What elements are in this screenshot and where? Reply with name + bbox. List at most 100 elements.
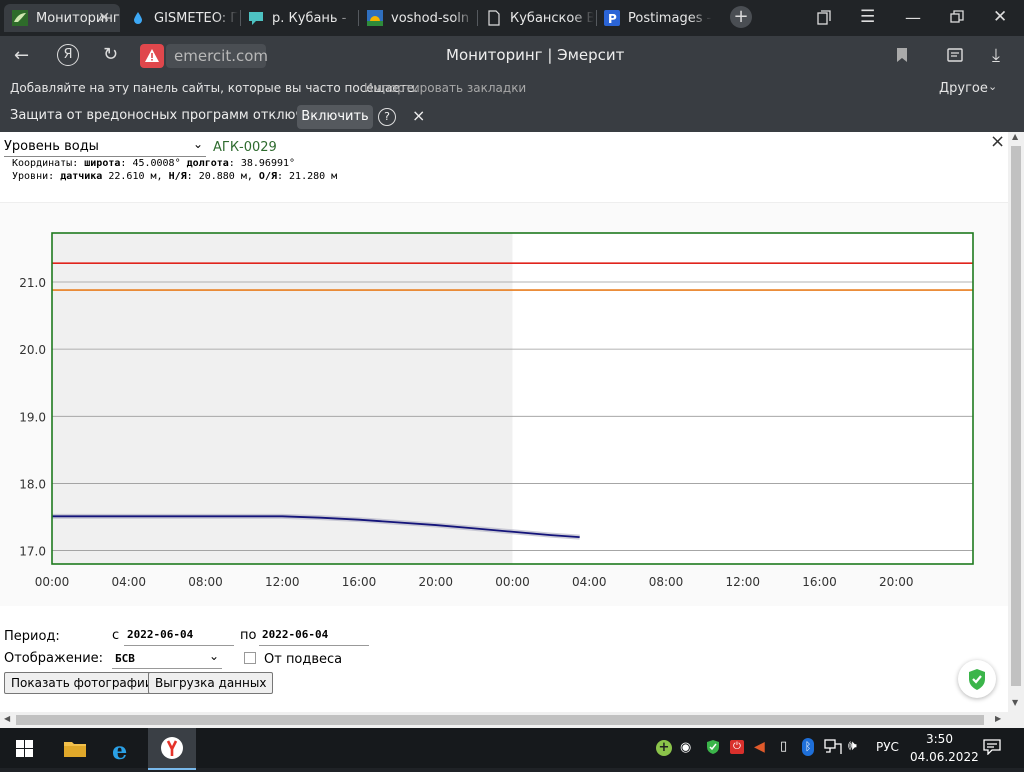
x-tick-label: 16:00 <box>342 575 377 589</box>
vertical-scrollbar[interactable]: ▲ ▼ <box>1008 132 1024 712</box>
x-tick-label: 08:00 <box>188 575 223 589</box>
levels-line: Уровни: датчика 22.610 м, Н/Я: 20.880 м,… <box>12 171 338 182</box>
controls-panel: Период: с 2022-06-04 по 2022-06-04 Отобр… <box>0 606 1008 712</box>
leaf-icon <box>12 10 28 26</box>
security-warning-icon[interactable] <box>140 44 164 68</box>
close-warning-icon[interactable]: × <box>412 106 425 125</box>
collections-icon[interactable] <box>816 9 832 29</box>
file-explorer-icon[interactable] <box>64 739 86 761</box>
tray-usb-icon[interactable]: ▯ <box>780 739 787 754</box>
other-bookmarks[interactable]: Другое <box>939 81 988 96</box>
download-icon[interactable]: ⤓ <box>992 45 1000 66</box>
tab-bar: Мониторинг ✕ GISMETEO: Г р. Кубань - vos… <box>0 0 1024 36</box>
date-from-input[interactable]: 2022-06-04 <box>124 627 234 646</box>
tab-voshod[interactable]: voshod-soln <box>367 4 475 32</box>
chart-container: 21.0 20.0 19.0 18.0 17.0 00:00 04:00 08:00 12:00… <box>0 202 1008 607</box>
x-tick-label: 12:00 <box>725 575 760 589</box>
url-field[interactable]: emercit.com <box>166 44 269 68</box>
x-tick-label: 04:00 <box>572 575 607 589</box>
volume-icon[interactable]: 🕪 <box>848 738 857 754</box>
postimages-icon: P <box>604 10 620 26</box>
vertical-scrollbar-thumb[interactable] <box>1011 146 1021 686</box>
station-name: АГК-0029 <box>213 140 277 155</box>
water-drop-icon <box>130 10 146 26</box>
enable-protection-label: Включить <box>301 109 369 124</box>
horizontal-scrollbar[interactable]: ◀ ▶ <box>0 712 1024 728</box>
reading-mode-icon[interactable] <box>946 46 964 68</box>
close-panel-icon[interactable]: × <box>990 131 1005 152</box>
parameter-select-value: Уровень воды <box>4 139 99 154</box>
export-data-button[interactable]: Выгрузка данных <box>148 672 274 694</box>
notifications-icon[interactable] <box>983 739 1001 759</box>
chevron-down-icon: ⌄ <box>988 80 998 93</box>
yandex-icon[interactable]: Я <box>57 44 79 66</box>
windows-start-icon[interactable] <box>16 740 33 761</box>
svg-text:P: P <box>608 12 617 26</box>
y-tick-label: 19.0 <box>19 410 46 424</box>
date-to-input[interactable]: 2022-06-04 <box>259 627 369 646</box>
y-tick-label: 18.0 <box>19 477 46 491</box>
tab-gismeteo[interactable]: GISMETEO: Г <box>130 4 238 32</box>
x-tick-label: 20:00 <box>879 575 914 589</box>
chevron-down-icon: ⌄ <box>192 137 203 151</box>
show-photos-button[interactable]: Показать фотографии <box>4 672 160 694</box>
network-icon[interactable] <box>824 739 842 759</box>
clock-date[interactable]: 04.06.2022 <box>910 750 979 764</box>
new-tab-button[interactable]: + <box>730 6 752 28</box>
tab-kubanskoe[interactable]: Кубанское В <box>486 4 594 32</box>
x-tick-label: 00:00 <box>35 575 70 589</box>
bluetooth-icon[interactable]: ᛒ <box>802 738 814 756</box>
minimize-icon[interactable]: — <box>905 8 921 27</box>
menu-icon[interactable]: ☰ <box>860 7 875 27</box>
clock-time[interactable]: 3:50 <box>926 732 953 746</box>
y-tick-label: 20.0 <box>19 343 46 357</box>
station-panel: Уровень воды ⌄ АГК-0029 Координаты: широ… <box>0 131 1008 202</box>
chevron-down-icon: ⌄ <box>208 649 219 663</box>
tab-postimages[interactable]: P Postimages - <box>604 4 712 32</box>
parameter-select[interactable]: Уровень воды ⌄ <box>4 137 206 157</box>
close-tab-icon[interactable]: ✕ <box>98 10 110 26</box>
x-tick-label: 08:00 <box>649 575 684 589</box>
yandex-browser-taskbar-icon[interactable] <box>148 728 196 770</box>
url-text: emercit.com <box>174 47 269 65</box>
tab-monitoring[interactable]: Мониторинг ✕ <box>4 4 120 32</box>
help-icon[interactable]: ? <box>378 108 396 126</box>
back-icon[interactable]: ← <box>14 45 29 66</box>
coordinates-line: Координаты: широта: 45.0008° долгота: 38… <box>12 158 296 169</box>
bookmarks-bar: Добавляйте на эту панель сайты, которые … <box>0 76 1024 102</box>
x-tick-label: 20:00 <box>418 575 453 589</box>
language-indicator[interactable]: РУС <box>876 740 899 754</box>
tray-shield-icon[interactable] <box>706 739 720 759</box>
tray-speaker-red-icon[interactable]: ◀ <box>754 739 765 755</box>
shield-check-icon[interactable] <box>958 660 996 698</box>
x-tick-label: 04:00 <box>111 575 146 589</box>
tray-eye-icon[interactable]: ◉ <box>680 740 691 755</box>
x-tick-label: 00:00 <box>495 575 530 589</box>
bookmarks-hint: Добавляйте на эту панель сайты, которые … <box>10 81 418 95</box>
reload-icon[interactable]: ↻ <box>103 44 118 65</box>
from-suspension-label: От подвеса <box>264 652 343 667</box>
taskbar: e + ◉ ⏻ ◀ ▯ ᛒ 🕪 РУС 3:50 04.06.2022 <box>0 728 1024 770</box>
from-suspension-checkbox[interactable] <box>244 652 256 664</box>
restore-icon[interactable] <box>950 9 964 28</box>
enable-protection-button[interactable]: Включить <box>297 105 373 129</box>
tray-antivirus-icon[interactable]: ⏻ <box>730 740 744 754</box>
warning-text: Защита от вредоносных программ отключена <box>10 108 328 123</box>
period-label: Период: <box>4 629 60 644</box>
import-bookmarks-link[interactable]: Импортировать закладки <box>364 81 526 95</box>
tray-plus-icon[interactable]: + <box>656 740 672 756</box>
y-tick-label: 21.0 <box>19 276 46 290</box>
warning-bar: Защита от вредоносных программ отключена… <box>0 102 1024 132</box>
water-level-chart: 21.0 20.0 19.0 18.0 17.0 00:00 04:00 08:00 12:00… <box>0 203 1008 607</box>
internet-explorer-icon[interactable]: e <box>112 736 127 765</box>
bookmark-icon[interactable] <box>896 47 908 67</box>
display-label: Отображение: <box>4 651 104 666</box>
chat-bubble-icon <box>248 10 264 26</box>
close-window-icon[interactable]: ✕ <box>993 7 1007 27</box>
display-select[interactable]: БСВ ⌄ <box>112 649 222 669</box>
page-content: Уровень воды ⌄ АГК-0029 Координаты: широ… <box>0 131 1008 712</box>
horizontal-scrollbar-thumb[interactable] <box>16 715 984 725</box>
tab-kuban[interactable]: р. Кубань - <box>248 4 356 32</box>
address-toolbar: ← Я ↻ emercit.com Мониторинг | Эмерсит ⤓ <box>0 36 1024 76</box>
document-icon <box>486 10 502 26</box>
